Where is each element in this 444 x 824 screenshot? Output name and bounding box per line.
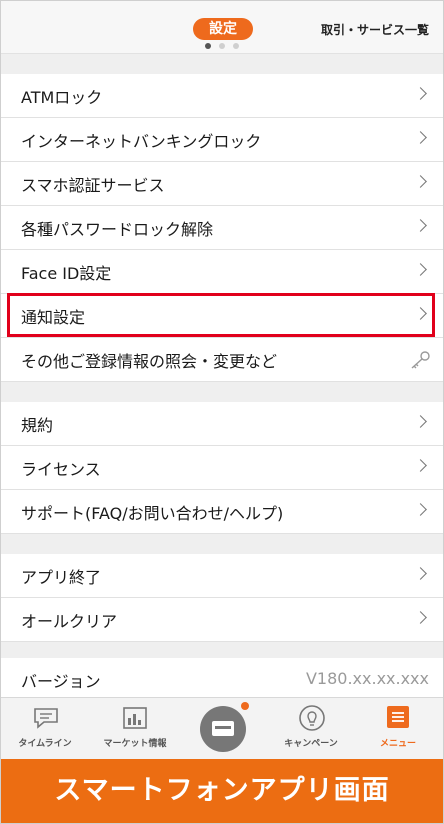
menu-item-license[interactable]: ライセンス xyxy=(1,446,443,490)
notification-dot xyxy=(241,702,249,710)
menu-item-label: 通知設定 xyxy=(21,308,86,327)
page-title: 設定 xyxy=(193,18,253,40)
menu-item-label: アプリ終了 xyxy=(21,568,102,587)
menu-item-label: スマホ認証サービス xyxy=(21,176,165,195)
menu-item-label: ライセンス xyxy=(21,460,101,479)
chevron-right-icon xyxy=(414,131,427,144)
tab-label: マーケット情報 xyxy=(103,739,167,749)
chevron-right-icon xyxy=(414,263,427,276)
chevron-right-icon xyxy=(414,307,427,320)
tab-market-info[interactable]: マーケット情報 xyxy=(95,698,175,760)
page-indicator xyxy=(1,43,443,49)
menu-item-label: インターネットバンキングロック xyxy=(21,132,262,151)
menu-item-terms[interactable]: 規約 xyxy=(1,402,443,446)
menu-item-password-unlock[interactable]: 各種パスワードロック解除 xyxy=(1,206,443,250)
menu-item-registration-info[interactable]: その他ご登録情報の照会・変更など xyxy=(1,338,443,382)
menu-item-label: オールクリア xyxy=(21,612,118,631)
chat-icon xyxy=(34,708,58,729)
version-value: V180.xx.xx.xxx xyxy=(305,669,429,688)
tab-bar: タイムライン マーケット情報 キャンペーン メニュー xyxy=(1,697,443,760)
chevron-right-icon xyxy=(414,459,427,472)
tab-timeline[interactable]: タイムライン xyxy=(5,698,85,760)
section-gap xyxy=(1,534,443,554)
tab-label: メニュー xyxy=(379,739,416,749)
tab-label: タイムライン xyxy=(18,739,72,749)
menu-item-atm-lock[interactable]: ATMロック xyxy=(1,74,443,118)
card-button[interactable] xyxy=(200,706,246,752)
section-gap xyxy=(1,642,443,658)
key-icon xyxy=(411,351,430,369)
tab-menu[interactable]: メニュー xyxy=(358,698,438,760)
menu-item-label: ATMロック xyxy=(21,88,103,107)
menu-item-exit-app[interactable]: アプリ終了 xyxy=(1,554,443,598)
menu-item-label: 各種パスワードロック解除 xyxy=(21,220,214,239)
chevron-right-icon xyxy=(414,503,427,516)
menu-item-internet-banking-lock[interactable]: インターネットバンキングロック xyxy=(1,118,443,162)
header: 設定 取引・サービス一覧 xyxy=(1,1,443,54)
menu-item-all-clear[interactable]: オールクリア xyxy=(1,598,443,642)
chevron-right-icon xyxy=(414,415,427,428)
tab-campaign[interactable]: キャンペーン xyxy=(271,698,351,760)
chevron-right-icon xyxy=(414,87,427,100)
menu-item-support[interactable]: サポート(FAQ/お問い合わせ/ヘルプ) xyxy=(1,490,443,534)
menu-item-label: 規約 xyxy=(21,416,54,435)
page-dot-1 xyxy=(205,43,211,49)
menu-item-label: サポート(FAQ/お問い合わせ/ヘルプ) xyxy=(21,504,284,523)
section-gap xyxy=(1,382,443,402)
chevron-right-icon xyxy=(414,175,427,188)
menu-item-label: Face ID設定 xyxy=(21,264,112,283)
chevron-right-icon xyxy=(414,219,427,232)
page-dot-2 xyxy=(219,43,225,49)
caption-banner: スマートフォンアプリ画面 xyxy=(1,759,443,823)
menu-icon xyxy=(387,706,409,728)
chevron-right-icon xyxy=(414,611,427,624)
chevron-right-icon xyxy=(414,567,427,580)
menu-item-label: その他ご登録情報の照会・変更など xyxy=(21,352,278,371)
version-label: バージョン xyxy=(21,672,101,691)
page-dot-3 xyxy=(233,43,239,49)
lightbulb-icon xyxy=(299,705,325,731)
card-stripe xyxy=(215,726,231,729)
services-link[interactable]: 取引・サービス一覧 xyxy=(321,21,429,38)
tab-label: キャンペーン xyxy=(284,739,338,749)
menu-item-face-id[interactable]: Face ID設定 xyxy=(1,250,443,294)
menu-item-smartphone-auth[interactable]: スマホ認証サービス xyxy=(1,162,443,206)
caption-text: スマートフォンアプリ画面 xyxy=(54,775,390,806)
section-gap xyxy=(1,54,443,74)
version-row: バージョン V180.xx.xx.xxx xyxy=(1,658,443,698)
chart-icon xyxy=(123,707,147,729)
menu-item-notification-settings[interactable]: 通知設定 xyxy=(1,294,443,338)
